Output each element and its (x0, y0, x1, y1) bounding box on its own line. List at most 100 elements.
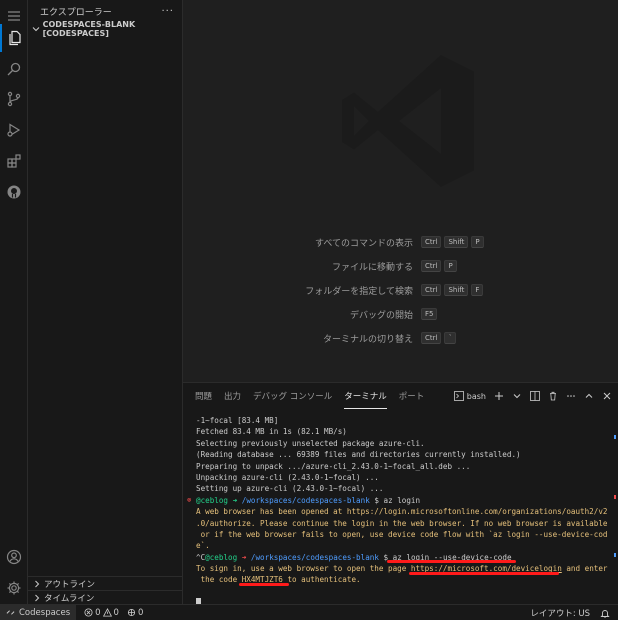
terminal-line: Selecting previously unselected package … (196, 438, 425, 448)
prompt-command: az login (383, 495, 421, 505)
remote-label: Codespaces (19, 607, 71, 618)
vscode-logo-watermark-icon (342, 55, 474, 187)
ports-status[interactable]: 0 (127, 608, 143, 618)
message-text: and enter (561, 564, 608, 574)
tab-problems[interactable]: 問題 (195, 383, 212, 409)
keyboard-layout[interactable]: レイアウト: US (530, 607, 590, 619)
shortcut-label: デバッグの開始 (349, 311, 413, 321)
editor-area: すべてのコマンドの表示 Ctrl Shift P ファイルに移動する Ctrl … (183, 0, 618, 382)
shortcut-label: ターミナルの切り替え (322, 335, 413, 345)
key: ` (444, 332, 457, 344)
workspace-label: CODESPACES-BLANK [CODESPACES] (42, 20, 136, 38)
workspace-section[interactable]: CODESPACES-BLANK [CODESPACES] (28, 20, 182, 38)
github-icon[interactable] (0, 178, 28, 206)
more-actions-icon[interactable] (566, 391, 576, 401)
tab-output[interactable]: 出力 (224, 383, 241, 409)
key: Ctrl (421, 236, 442, 248)
activity-bar (0, 0, 28, 604)
scroll-marker (614, 553, 616, 557)
key: Shift (444, 236, 469, 248)
settings-gear-icon[interactable] (0, 574, 28, 602)
terminal-line: (Reading database ... 69389 files and di… (196, 450, 521, 460)
annotation-underline (239, 583, 289, 586)
key: Ctrl (421, 284, 442, 296)
annotation-underline (387, 560, 516, 563)
shortcut-row: ファイルに移動する Ctrl P (183, 260, 618, 274)
close-icon[interactable] (602, 391, 612, 401)
bottom-panel: 問題 出力 デバッグ コンソール ターミナル ポート bash -1~focal… (183, 382, 618, 608)
chevron-right-icon (32, 593, 42, 603)
terminal-line: .0/authorize. Please continue the login … (196, 518, 608, 528)
extensions-icon[interactable] (0, 147, 28, 175)
explorer-sidebar: エクスプローラー ··· CODESPACES-BLANK [CODESPACE… (28, 0, 183, 604)
chevron-right-icon (32, 579, 42, 589)
error-decoration-icon: ⊗ (187, 495, 192, 504)
outline-section[interactable]: アウトライン (28, 576, 182, 590)
shortcut-row: ターミナルの切り替え Ctrl ` (183, 332, 618, 346)
panel-tabs: 問題 出力 デバッグ コンソール ターミナル ポート bash (183, 383, 618, 409)
message-text: the code (196, 575, 242, 585)
terminal-line: Unpacking azure-cli (2.43.0-1~focal) ... (196, 472, 379, 482)
tab-terminal[interactable]: ターミナル (344, 383, 387, 409)
terminal-line: or if the web browser fails to open, use… (196, 529, 608, 539)
chevron-down-icon[interactable] (512, 391, 522, 401)
key: Ctrl (421, 260, 442, 272)
shortcut-row: すべてのコマンドの表示 Ctrl Shift P (183, 236, 618, 250)
key: F5 (421, 308, 438, 320)
warning-icon (102, 608, 112, 617)
prompt-path: /workspaces/codespaces-blank (241, 495, 370, 505)
tab-ports[interactable]: ポート (399, 383, 425, 409)
account-icon[interactable] (0, 543, 28, 571)
source-control-icon[interactable] (0, 85, 28, 113)
remote-indicator[interactable]: Codespaces (0, 604, 77, 620)
tab-debug-console[interactable]: デバッグ コンソール (253, 383, 332, 409)
terminal-line: A web browser has been opened at https:/… (196, 507, 608, 517)
sidebar-header: エクスプローラー ··· (28, 0, 182, 22)
maximize-panel-icon[interactable] (584, 391, 594, 401)
terminal-line: e`. (196, 541, 210, 551)
scroll-marker (614, 495, 616, 499)
shortcut-label: ファイルに移動する (331, 263, 413, 273)
shortcut-label: フォルダーを指定して検索 (305, 287, 413, 297)
panel-actions: bash (453, 383, 612, 409)
key: Shift (444, 284, 469, 296)
more-actions-icon[interactable]: ··· (161, 6, 174, 17)
shortcut-row: フォルダーを指定して検索 Ctrl Shift F (183, 284, 618, 298)
notifications-bell-icon[interactable] (600, 608, 610, 618)
problems-status[interactable]: 0 0 (84, 608, 119, 618)
error-count: 0 (95, 607, 101, 618)
shortcut-label: すべてのコマンドの表示 (314, 239, 413, 249)
add-terminal-icon[interactable] (494, 391, 504, 401)
prompt-user: @ceblog (196, 495, 229, 505)
key: Ctrl (421, 332, 442, 344)
error-icon (84, 608, 93, 617)
split-terminal-icon[interactable] (530, 391, 540, 401)
run-debug-icon[interactable] (0, 116, 28, 144)
scroll-marker (614, 435, 616, 439)
terminal-prompt: ⊗ @ceblog ➜ /workspaces/codespaces-blank … (187, 495, 614, 506)
terminal-line: Fetched 83.4 MB in 1s (82.1 MB/s) (196, 427, 347, 437)
ports-count: 0 (137, 607, 144, 618)
trash-icon[interactable] (548, 391, 558, 401)
prompt-dollar: $ (374, 495, 379, 505)
status-bar: Codespaces 0 0 0 レイアウト: US (0, 604, 618, 620)
terminal-line: Preparing to unpack .../azure-cli_2.43.0… (196, 461, 471, 471)
timeline-section[interactable]: タイムライン (28, 590, 182, 604)
prompt-arrow: ➜ (232, 495, 238, 505)
prompt-prefix: ^C (196, 552, 206, 562)
terminal-selector[interactable]: bash (453, 391, 486, 401)
search-icon[interactable] (0, 55, 28, 83)
chevron-down-icon (32, 24, 41, 34)
outline-label: アウトライン (44, 579, 96, 590)
timeline-label: タイムライン (44, 593, 95, 604)
terminal-line: -1~focal [83.4 MB] (196, 416, 279, 425)
key: F (471, 284, 484, 296)
terminal-output[interactable]: -1~focal [83.4 MB] Fetched 83.4 MB in 1s… (187, 415, 614, 608)
explorer-icon[interactable] (0, 24, 28, 52)
message-text: To sign in, use a web browser to open th… (196, 564, 411, 574)
message-text: to authenticate. (282, 575, 361, 585)
ports-icon (127, 608, 136, 617)
key: P (444, 260, 457, 272)
remote-icon (6, 610, 15, 615)
warning-count: 0 (113, 607, 119, 618)
